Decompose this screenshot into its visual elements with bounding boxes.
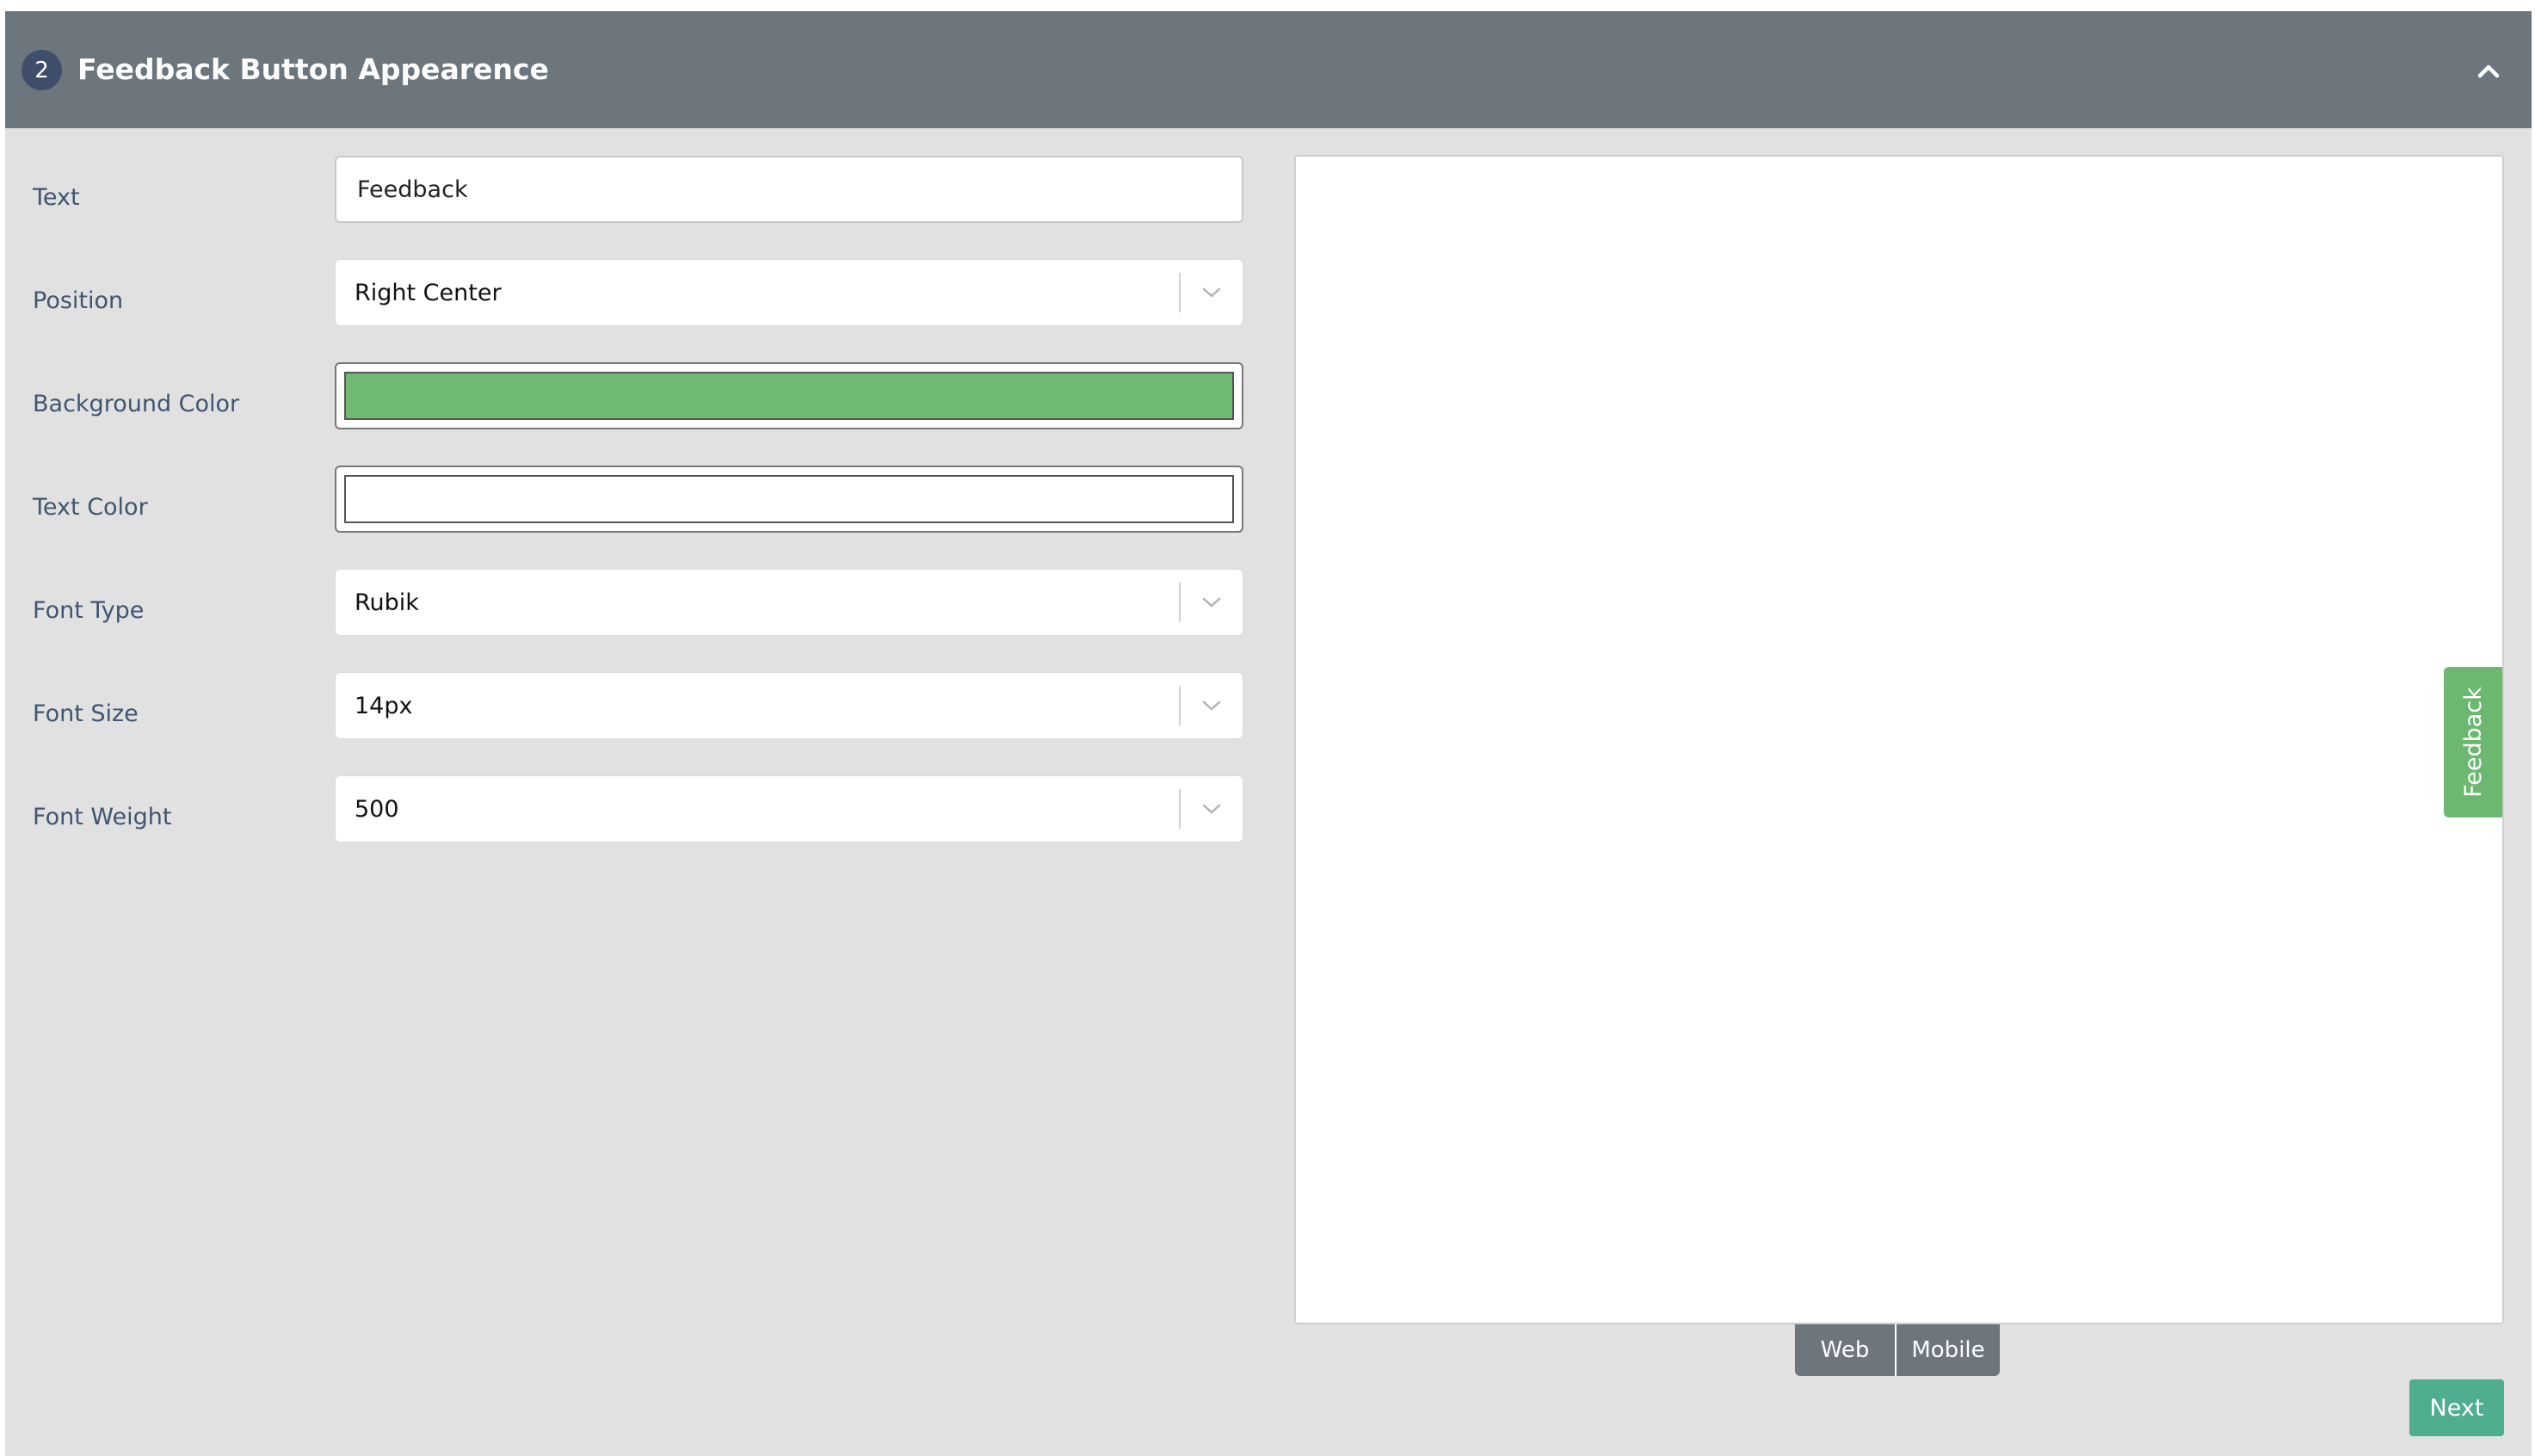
chevron-down-icon[interactable] — [1181, 569, 1243, 636]
section-title: Feedback Button Appearence — [77, 52, 549, 86]
web-mode-button[interactable]: Web — [1795, 1324, 1897, 1376]
step-badge: 2 — [22, 50, 62, 90]
preview-feedback-label: Feedback — [2459, 687, 2487, 798]
background-color-swatch — [344, 372, 1234, 420]
background-color-label: Background Color — [33, 391, 240, 417]
text-color-label: Text Color — [33, 494, 148, 521]
chevron-down-icon[interactable] — [1181, 672, 1243, 739]
preview-area: Feedback — [1294, 155, 2504, 1324]
position-select[interactable]: Right Center — [335, 259, 1243, 326]
preview-mode-toggle: Web Mobile — [1795, 1324, 2000, 1376]
text-label: Text — [33, 184, 80, 211]
text-input[interactable] — [335, 156, 1243, 223]
preview-feedback-button[interactable]: Feedback — [2444, 667, 2502, 817]
text-color-picker[interactable] — [335, 466, 1243, 533]
chevron-down-icon[interactable] — [1181, 259, 1243, 326]
next-button[interactable]: Next — [2409, 1379, 2504, 1436]
font-type-select-value: Rubik — [355, 589, 419, 616]
position-select-value: Right Center — [355, 279, 502, 306]
position-label: Position — [33, 287, 124, 314]
font-size-label: Font Size — [33, 700, 139, 727]
appearance-panel: 2 Feedback Button Appearence Text Positi… — [5, 11, 2532, 1456]
font-weight-select[interactable]: 500 — [335, 775, 1243, 842]
font-size-select-value: 14px — [355, 692, 413, 719]
section-header[interactable]: 2 Feedback Button Appearence — [5, 11, 2532, 128]
font-weight-select-value: 500 — [355, 795, 399, 823]
mobile-mode-button[interactable]: Mobile — [1897, 1324, 2000, 1376]
font-type-label: Font Type — [33, 597, 145, 624]
background-color-picker[interactable] — [335, 362, 1243, 429]
chevron-up-icon[interactable] — [2474, 56, 2503, 85]
font-type-select[interactable]: Rubik — [335, 569, 1243, 636]
font-size-select[interactable]: 14px — [335, 672, 1243, 739]
text-color-swatch — [344, 475, 1234, 523]
chevron-down-icon[interactable] — [1181, 775, 1243, 842]
font-weight-label: Font Weight — [33, 804, 172, 830]
